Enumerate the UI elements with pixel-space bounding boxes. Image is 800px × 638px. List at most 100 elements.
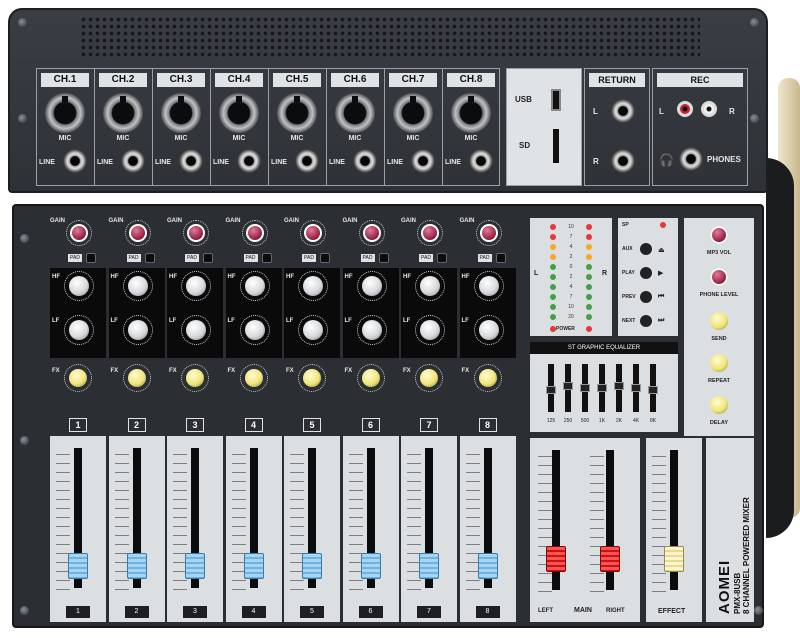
lf-knob[interactable] — [478, 320, 499, 340]
line-jack[interactable] — [179, 149, 203, 173]
lf-knob[interactable] — [69, 320, 89, 340]
gain-knob[interactable] — [187, 224, 205, 242]
main-left-fader[interactable] — [546, 546, 566, 572]
effect-fader[interactable] — [664, 546, 684, 572]
mp3-vol-knob[interactable] — [710, 226, 728, 244]
hf-knob[interactable] — [478, 276, 499, 296]
prev-button[interactable] — [640, 291, 652, 303]
delay-knob[interactable] — [710, 396, 728, 414]
lf-knob[interactable] — [127, 320, 148, 340]
hf-knob[interactable] — [244, 276, 265, 296]
line-jack[interactable] — [353, 149, 377, 173]
hf-knob[interactable] — [361, 276, 382, 296]
send-knob[interactable] — [710, 312, 728, 330]
hf-knob[interactable] — [303, 276, 323, 296]
line-jack[interactable] — [237, 149, 261, 173]
geq-band-slider[interactable] — [597, 384, 607, 392]
fx-send-knob[interactable] — [420, 369, 438, 387]
line-jack[interactable] — [63, 149, 87, 173]
pad-button[interactable] — [203, 253, 213, 263]
geq-band-slider[interactable] — [580, 384, 590, 392]
next-button[interactable] — [640, 315, 652, 327]
aux-button[interactable] — [640, 243, 652, 255]
fx-send-knob[interactable] — [244, 369, 263, 387]
channel-fader[interactable] — [477, 552, 498, 579]
pad-button[interactable] — [261, 253, 272, 263]
xlr-mic-jack[interactable] — [103, 93, 143, 133]
xlr-mic-jack[interactable] — [335, 93, 375, 133]
hf-knob[interactable] — [186, 276, 206, 296]
line-jack[interactable] — [411, 149, 435, 173]
rec-r-rca-jack[interactable] — [701, 101, 717, 117]
fx-send-knob[interactable] — [361, 369, 380, 387]
fx-send-knob[interactable] — [127, 369, 146, 387]
channel-fader[interactable] — [126, 552, 147, 579]
return-l-jack[interactable] — [611, 99, 635, 123]
lf-knob[interactable] — [420, 320, 440, 340]
xlr-mic-jack[interactable] — [219, 93, 259, 133]
phones-jack[interactable] — [679, 147, 703, 171]
fx-send-knob[interactable] — [186, 369, 204, 387]
geq-frequency: 4K — [632, 418, 640, 424]
gain-knob[interactable] — [70, 224, 88, 242]
lf-knob[interactable] — [186, 320, 206, 340]
xlr-mic-jack[interactable] — [45, 93, 85, 133]
line-jack[interactable] — [121, 149, 145, 173]
channel-fader[interactable] — [419, 552, 439, 579]
geq-frequency: 2K — [615, 418, 623, 424]
fx-label: FX — [286, 368, 294, 374]
fx-send-knob[interactable] — [478, 369, 497, 387]
geq-band-slider[interactable] — [631, 384, 641, 392]
xlr-mic-jack[interactable] — [451, 93, 491, 133]
lf-knob[interactable] — [361, 320, 382, 340]
pad-button[interactable] — [495, 253, 506, 263]
xlr-mic-jack[interactable] — [161, 93, 201, 133]
lf-knob[interactable] — [244, 320, 265, 340]
geq-band-slider[interactable] — [648, 386, 658, 394]
xlr-mic-jack[interactable] — [277, 93, 317, 133]
channel-fader[interactable] — [360, 552, 381, 579]
lf-label: LF — [344, 318, 352, 324]
repeat-knob[interactable] — [710, 354, 728, 372]
geq-band-slider[interactable] — [546, 386, 556, 394]
xlr-mic-jack[interactable] — [393, 93, 433, 133]
return-r-jack[interactable] — [611, 149, 635, 173]
geq-band-slider[interactable] — [614, 382, 624, 390]
pad-button[interactable] — [144, 253, 155, 263]
gain-knob[interactable] — [362, 224, 381, 242]
channel-fader-panel: 2 — [108, 436, 165, 622]
pad-button[interactable] — [378, 253, 389, 263]
fx-send-knob[interactable] — [303, 369, 321, 387]
control-panel: GAIN PAD HF LF FX 1 1 GAIN PAD HF LF FX … — [12, 204, 764, 628]
gain-knob[interactable] — [421, 224, 439, 242]
meter-value: 0 — [569, 264, 573, 270]
pad-button[interactable] — [437, 253, 447, 263]
pad-label: PAD — [302, 254, 316, 262]
meter-led-right — [586, 274, 592, 280]
channel-fader[interactable] — [243, 552, 264, 579]
play-button[interactable] — [640, 267, 652, 279]
pad-button[interactable] — [86, 253, 96, 263]
channel-fader[interactable] — [68, 552, 88, 579]
phone-level-knob[interactable] — [710, 268, 728, 286]
gain-knob[interactable] — [128, 224, 147, 242]
rec-l-rca-jack[interactable] — [677, 101, 693, 117]
channel-fader[interactable] — [302, 552, 322, 579]
hf-knob[interactable] — [127, 276, 148, 296]
usb-port[interactable] — [551, 89, 561, 111]
line-jack[interactable] — [295, 149, 319, 173]
hf-knob[interactable] — [420, 276, 440, 296]
main-right-fader[interactable] — [600, 546, 620, 572]
gain-knob[interactable] — [245, 224, 264, 242]
channel-fader[interactable] — [185, 552, 205, 579]
gain-knob[interactable] — [479, 224, 498, 242]
sd-card-slot[interactable] — [553, 129, 559, 163]
lf-knob[interactable] — [303, 320, 323, 340]
geq-band-slider[interactable] — [563, 382, 573, 390]
gain-knob[interactable] — [304, 224, 322, 242]
fx-send-knob[interactable] — [69, 369, 87, 387]
hf-knob[interactable] — [69, 276, 89, 296]
pad-button[interactable] — [320, 253, 330, 263]
master-knob-strip: MP3 VOL PHONE LEVEL SEND REPEAT DELAY — [684, 218, 754, 436]
line-jack[interactable] — [469, 149, 493, 173]
